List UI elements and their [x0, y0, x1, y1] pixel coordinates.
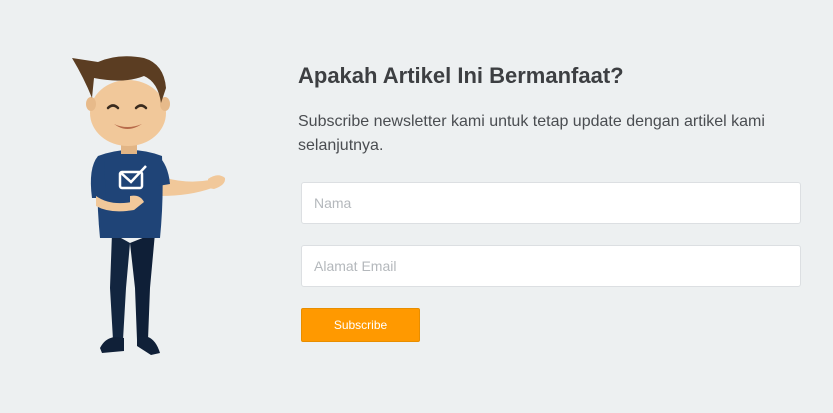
- email-input[interactable]: [301, 245, 801, 287]
- newsletter-title: Apakah Artikel Ini Bermanfaat?: [298, 63, 624, 88]
- name-input[interactable]: [301, 182, 801, 224]
- newsletter-section: Apakah Artikel Ini Bermanfaat? Subscribe…: [298, 60, 802, 342]
- subscribe-button[interactable]: Subscribe: [301, 308, 420, 342]
- newsletter-subtitle: Subscribe newsletter kami untuk tetap up…: [298, 113, 765, 154]
- mascot-illustration: [60, 48, 235, 363]
